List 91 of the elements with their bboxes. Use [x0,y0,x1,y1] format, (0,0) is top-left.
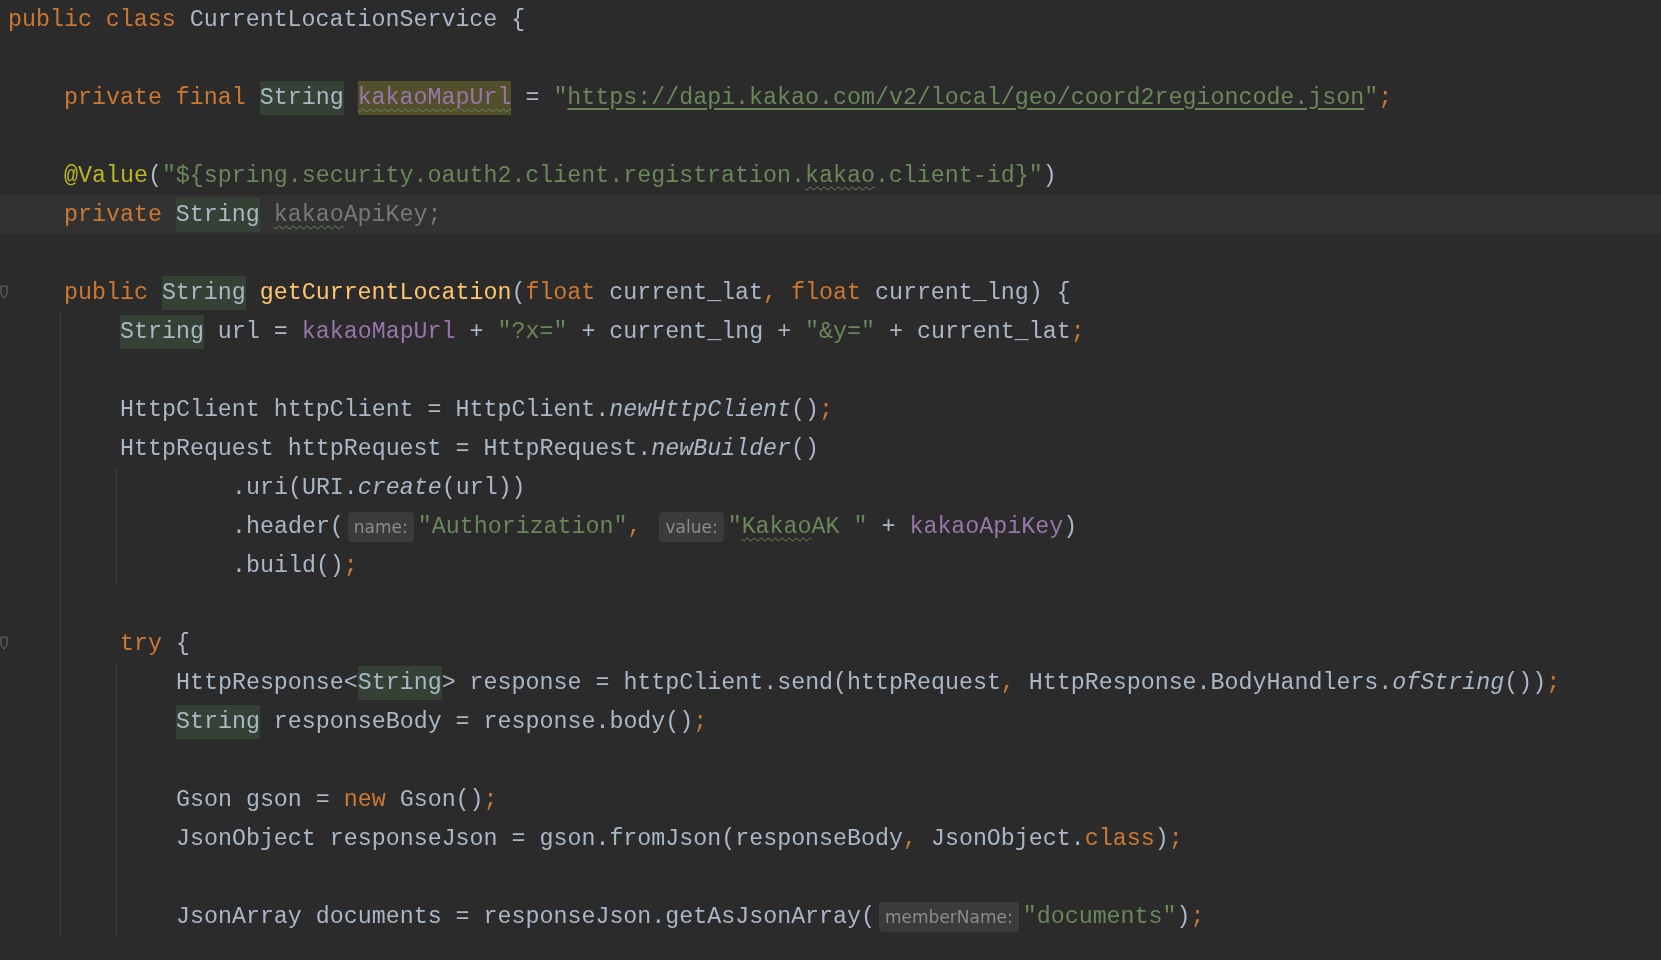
punctuation: ; [1378,83,1393,113]
code-text: > response = httpClient.send(httpRequest [441,668,1001,698]
punctuation: , [627,512,643,542]
code-text: String [161,275,246,310]
keyword: try [120,629,162,659]
field-name: kakaoMapUrl [357,80,512,115]
code-text: String [357,665,442,700]
punctuation: ; [1168,824,1183,854]
parameter-hint: memberName: [879,901,1019,932]
code-text: () [791,434,820,464]
parameter-hint: name: [347,511,414,542]
keyword: float [525,278,597,308]
keyword: public [64,278,149,308]
code-text: current_lat [609,278,764,308]
string-literal: kakao [805,161,875,191]
field-name: kakaoApiKey [909,512,1064,542]
code-text: + current_lng + [580,317,793,347]
code-text: .uri(URI. [232,473,358,503]
string-literal: "${spring.security.oauth2.client.registration. [161,161,805,191]
string-literal: " [727,512,742,542]
code-text: JsonObject responseJson = gson.fromJson(responseBody [176,824,903,854]
code-text: ) [1063,512,1078,542]
keyword: public class [8,5,177,35]
code-text: HttpRequest httpRequest = HttpRequest. [120,434,652,464]
method-call: newBuilder [651,434,792,464]
punctuation: , [903,824,918,854]
code-text: HttpResponse.BodyHandlers. [1028,668,1393,698]
code-text: current_lng) { [874,278,1071,308]
punctuation: ; [819,395,834,425]
url-link[interactable]: https://dapi.kakao.com/v2/local/geo/coord2regioncode.json [567,80,1365,115]
string-literal: " [553,83,568,113]
keyword: private final [64,83,247,113]
field-name: kakaoMapUrl [301,317,456,347]
code-text: .header( [232,512,344,542]
punctuation: , [1000,668,1016,698]
fold-icon[interactable] [0,285,8,299]
code-text: String [259,80,344,115]
code-text: ( [511,278,526,308]
code-text: ) [1042,161,1057,191]
string-literal: Kakao [741,512,812,542]
code-text: + [880,512,897,542]
parameter-hint: value: [659,511,724,542]
string-literal: "&y=" [805,317,875,347]
code-text: HttpClient httpClient = HttpClient. [120,395,610,425]
fold-icon[interactable] [0,636,8,650]
code-text: = [524,83,541,113]
punctuation: ; [1190,902,1205,932]
code-text: JsonObject. [930,824,1085,854]
method-call: ofString [1392,668,1505,698]
code-text: String [175,197,260,232]
code-text: (url)) [441,473,526,503]
string-literal: " [1364,83,1379,113]
code-text: { [174,629,190,659]
keyword: class [1084,824,1155,854]
punctuation: , [763,278,779,308]
string-literal: AK " [811,512,868,542]
code-text: String [176,704,260,739]
code-text: + [468,317,485,347]
code-text: responseBody = response.body() [272,707,694,737]
code-text: ) [1154,824,1169,854]
string-literal: "Authorization" [417,512,628,542]
code-text: .build() [232,551,344,581]
code-text: + current_lat [887,317,1071,347]
unused-field: ApiKey; [343,197,442,232]
annotation: @Value [64,161,148,191]
unused-field: kakao [273,197,344,232]
code-text: () [791,395,820,425]
punctuation: ; [483,785,498,815]
code-text: String [120,314,204,349]
code-text: ) [1176,902,1191,932]
punctuation: ; [1070,317,1085,347]
keyword: private [64,200,163,230]
code-text: ( [147,161,162,191]
method-call: create [357,473,442,503]
keyword: float [791,278,862,308]
code-text: CurrentLocationService { [189,5,526,35]
code-text: Gson() [399,785,484,815]
method-call: newHttpClient [609,395,792,425]
punctuation: ; [1546,668,1561,698]
code-text: ()) [1504,668,1547,698]
string-literal: "documents" [1022,902,1177,932]
code-text: HttpResponse< [176,668,358,698]
keyword: new [343,785,387,815]
punctuation: ; [693,707,708,737]
string-literal: .client-id}" [874,161,1043,191]
string-literal: "?x=" [497,317,568,347]
punctuation: ; [343,551,358,581]
code-text: url = [216,317,289,347]
code-text: Gson gson = [176,785,331,815]
method-name: getCurrentLocation [258,278,512,308]
code-text: JsonArray documents = responseJson.getAsJsonArray( [176,902,876,932]
